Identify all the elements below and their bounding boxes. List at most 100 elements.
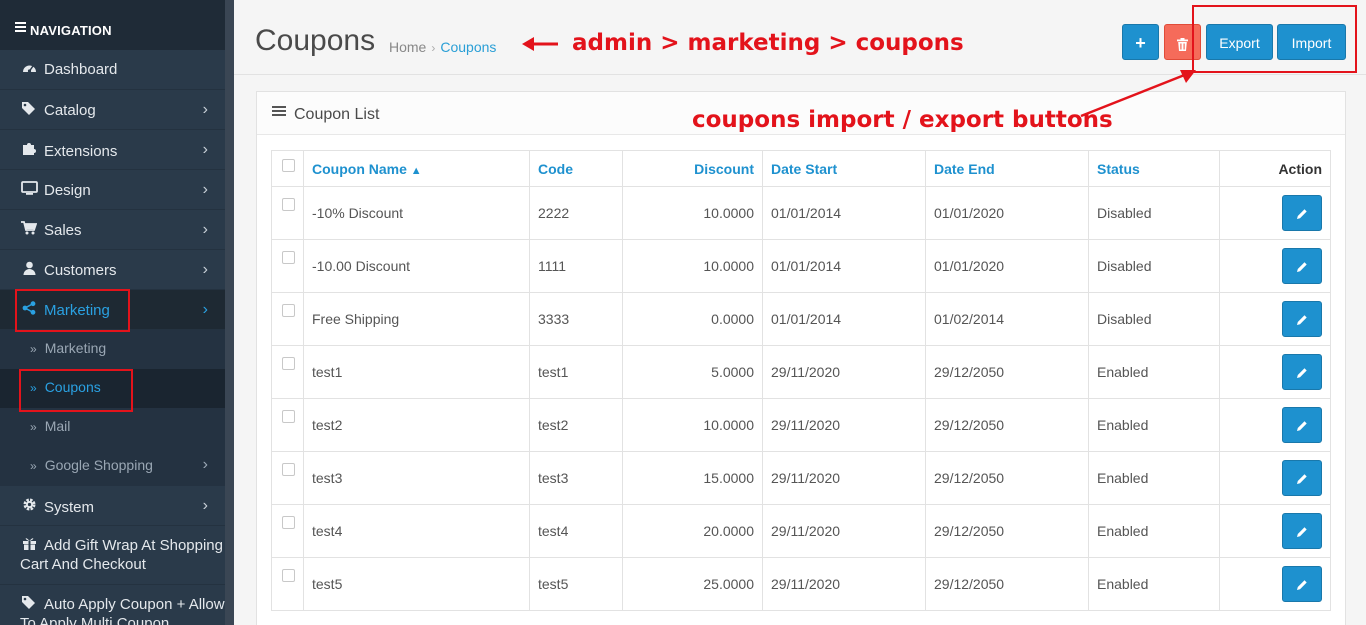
chevron-right-icon: › [202, 456, 208, 473]
column-header-coupon-name[interactable]: Coupon Name ▲ [303, 150, 530, 187]
row-checkbox[interactable] [282, 304, 295, 317]
date-end-cell: 29/12/2050 [925, 398, 1089, 452]
breadcrumb-current[interactable]: Coupons [440, 39, 496, 55]
submenu-item-label: Coupons [44, 379, 101, 395]
select-cell [271, 345, 304, 399]
row-checkbox[interactable] [282, 569, 295, 582]
status-cell: Disabled [1088, 186, 1220, 240]
edit-button[interactable] [1282, 195, 1322, 231]
row-checkbox[interactable] [282, 463, 295, 476]
date-start-cell: 29/11/2020 [762, 504, 926, 558]
sidebar-item-sales[interactable]: Sales › [0, 210, 225, 250]
add-button[interactable]: + [1122, 24, 1159, 60]
action-cell [1219, 186, 1331, 240]
cart-icon [20, 221, 38, 238]
column-header-status[interactable]: Status [1088, 150, 1220, 187]
select-cell [271, 557, 304, 611]
nav-header-label: NAVIGATION [30, 23, 112, 38]
date-end-cell: 01/02/2014 [925, 292, 1089, 346]
edit-button[interactable] [1282, 460, 1322, 496]
date-end-cell: 01/01/2020 [925, 186, 1089, 240]
coupon-name-cell: test5 [303, 557, 530, 611]
column-header-action: Action [1219, 150, 1331, 187]
code-cell: 1111 [529, 239, 623, 293]
double-chevron-icon: » [30, 420, 37, 434]
code-cell: 2222 [529, 186, 623, 240]
edit-button[interactable] [1282, 513, 1322, 549]
gift-icon [20, 536, 38, 555]
edit-button[interactable] [1282, 566, 1322, 602]
sidebar-item-label: Auto Apply Coupon + Allow To Apply Multi… [20, 596, 225, 625]
row-checkbox[interactable] [282, 251, 295, 264]
sidebar-item-system[interactable]: System › [0, 486, 225, 526]
column-header-discount[interactable]: Discount [622, 150, 763, 187]
table-row: test4 test4 20.0000 29/11/2020 29/12/2050 Ena… [271, 504, 1331, 558]
date-end-cell: 29/12/2050 [925, 557, 1089, 611]
coupon-list-panel: Coupon List Coupon Name ▲ Code Discount … [256, 91, 1346, 625]
submenu-item-mail[interactable]: » Mail [0, 408, 225, 447]
delete-button[interactable] [1164, 24, 1201, 60]
sidebar-item-gift-wrap[interactable]: Add Gift Wrap At Shopping Cart And Check… [0, 526, 225, 585]
sidebar-item-dashboard[interactable]: Dashboard [0, 50, 225, 90]
sidebar-item-label: Marketing [44, 302, 110, 319]
coupon-table: Coupon Name ▲ Code Discount Date Start D… [271, 150, 1331, 611]
status-cell: Enabled [1088, 345, 1220, 399]
action-cell [1219, 504, 1331, 558]
action-cell [1219, 292, 1331, 346]
sort-asc-icon: ▲ [410, 164, 422, 177]
list-icon [272, 104, 286, 118]
chevron-right-icon: › [202, 181, 208, 198]
row-checkbox[interactable] [282, 410, 295, 423]
main-content: Coupons Home › Coupons + Export Import Cou… [234, 0, 1366, 625]
select-all-checkbox[interactable] [282, 158, 295, 172]
row-checkbox[interactable] [282, 357, 295, 370]
sidebar-item-catalog[interactable]: Catalog › [0, 90, 225, 130]
import-button[interactable]: Import [1277, 24, 1346, 60]
row-checkbox[interactable] [282, 516, 295, 529]
discount-cell: 25.0000 [622, 557, 763, 611]
column-header-code[interactable]: Code [529, 150, 623, 187]
menu-icon[interactable] [15, 20, 26, 34]
table-row: test5 test5 25.0000 29/11/2020 29/12/2050 Ena… [271, 557, 1331, 611]
select-cell [271, 239, 304, 293]
edit-button[interactable] [1282, 407, 1322, 443]
double-chevron-icon: » [30, 342, 37, 356]
status-cell: Enabled [1088, 451, 1220, 505]
sidebar-item-label: Catalog [44, 102, 96, 119]
action-cell [1219, 557, 1331, 611]
date-start-cell: 29/11/2020 [762, 451, 926, 505]
sidebar-scrollbar[interactable] [225, 0, 234, 625]
coupon-name-cell: test3 [303, 451, 530, 505]
column-header-date-start[interactable]: Date Start [762, 150, 926, 187]
pencil-icon [1297, 209, 1307, 220]
row-checkbox[interactable] [282, 198, 295, 211]
trash-icon [1177, 35, 1188, 51]
submenu-item-marketing[interactable]: » Marketing [0, 330, 225, 369]
pencil-icon [1297, 262, 1307, 273]
sidebar-item-extensions[interactable]: Extensions › [0, 130, 225, 170]
table-row: test3 test3 15.0000 29/11/2020 29/12/2050 Ena… [271, 451, 1331, 505]
import-label: Import [1291, 35, 1332, 51]
sidebar-item-design[interactable]: Design › [0, 170, 225, 210]
sidebar-item-label: Dashboard [44, 61, 118, 78]
discount-cell: 0.0000 [622, 292, 763, 346]
column-header-date-end[interactable]: Date End [925, 150, 1089, 187]
submenu-item-label: Google Shopping [44, 457, 153, 473]
edit-button[interactable] [1282, 354, 1322, 390]
submenu-item-google-shopping[interactable]: » Google Shopping › [0, 447, 225, 486]
date-start-cell: 01/01/2014 [762, 186, 926, 240]
edit-button[interactable] [1282, 301, 1322, 337]
chevron-right-icon: › [202, 221, 208, 238]
coupon-name-cell: test4 [303, 504, 530, 558]
date-start-cell: 29/11/2020 [762, 398, 926, 452]
export-button[interactable]: Export [1206, 24, 1273, 60]
breadcrumb-home[interactable]: Home [389, 39, 426, 55]
column-label: Action [1278, 160, 1322, 177]
sidebar-item-auto-apply-coupon[interactable]: Auto Apply Coupon + Allow To Apply Multi… [0, 585, 225, 625]
sidebar-item-marketing[interactable]: Marketing › [0, 290, 225, 330]
edit-button[interactable] [1282, 248, 1322, 284]
column-label: Discount [694, 160, 754, 177]
submenu-item-coupons[interactable]: » Coupons [0, 369, 225, 408]
sidebar-item-customers[interactable]: Customers › [0, 250, 225, 290]
double-chevron-icon: » [30, 381, 37, 395]
